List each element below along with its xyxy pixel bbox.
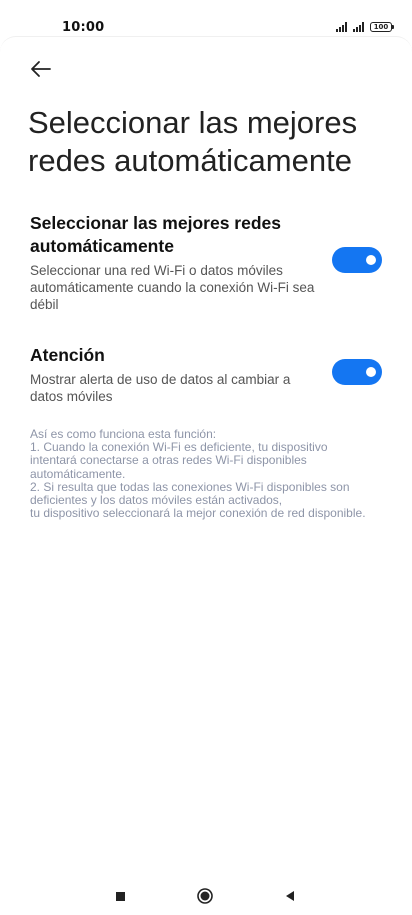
setting-title: Seleccionar las mejores redes automática… bbox=[30, 213, 281, 256]
toggle-knob bbox=[366, 367, 376, 377]
info-line: tu dispositivo seleccionará la mejor con… bbox=[30, 506, 366, 521]
setting-row-attention[interactable]: Atención Mostrar alerta de uso de datos … bbox=[30, 344, 382, 405]
page-title: Seleccionar las mejores redes automática… bbox=[28, 105, 358, 178]
toggle-knob bbox=[366, 255, 376, 265]
arrow-left-icon bbox=[31, 61, 51, 77]
info-line: 1. Cuando la conexión Wi-Fi es deficient… bbox=[30, 440, 328, 481]
setting-text: Seleccionar las mejores redes automática… bbox=[30, 212, 320, 313]
setting-row-best-networks[interactable]: Seleccionar las mejores redes automática… bbox=[30, 212, 382, 313]
navigation-bar bbox=[0, 876, 412, 915]
nav-home-button[interactable] bbox=[195, 886, 215, 906]
square-icon bbox=[116, 892, 125, 901]
back-button[interactable] bbox=[28, 56, 54, 82]
setting-text: Atención Mostrar alerta de uso de datos … bbox=[30, 344, 320, 405]
setting-description: Seleccionar una red Wi-Fi o datos móvile… bbox=[30, 263, 315, 312]
setting-title: Atención bbox=[30, 345, 105, 365]
status-time: 10:00 bbox=[62, 20, 105, 35]
info-text: Así es como funciona esta función: 1. Cu… bbox=[30, 427, 370, 521]
circle-icon bbox=[197, 888, 213, 904]
setting-description: Mostrar alerta de uso de datos al cambia… bbox=[30, 372, 291, 404]
status-icons: 100 bbox=[336, 22, 394, 32]
nav-recent-button[interactable] bbox=[110, 886, 130, 906]
signal-icon bbox=[353, 22, 364, 32]
attention-toggle[interactable] bbox=[332, 359, 382, 385]
info-line: 2. Si resulta que todas las conexiones W… bbox=[30, 479, 350, 508]
triangle-left-icon bbox=[286, 891, 294, 901]
signal-icon bbox=[336, 22, 347, 32]
nav-back-button[interactable] bbox=[280, 886, 300, 906]
best-networks-toggle[interactable] bbox=[332, 247, 382, 273]
battery-icon: 100 bbox=[370, 22, 394, 32]
